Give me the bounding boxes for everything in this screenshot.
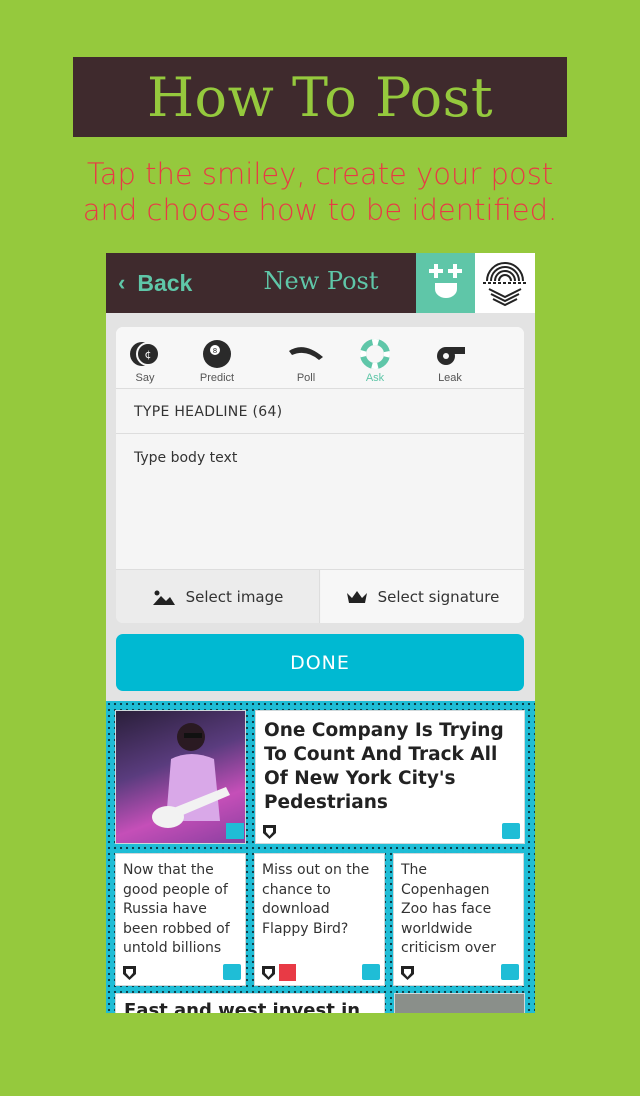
post-type-leak[interactable]: Leak [421,339,479,384]
guitarist-photo [152,723,244,839]
post-type-poll[interactable]: Poll [277,339,335,384]
svg-text:8: 8 [213,347,217,355]
coin-icon: ¢ [130,342,160,366]
lifebuoy-icon [360,339,390,369]
crown-icon [346,591,367,603]
svg-text:¢: ¢ [145,348,152,361]
post-type-bar: ¢ Say 8 Predict Poll Ask Leak [116,327,524,389]
headline-input[interactable]: TYPE HEADLINE (64) [116,390,524,434]
instructions-line-2: and choose how to be identified. [82,193,558,227]
featured-photo[interactable] [115,710,246,844]
attachment-row: Select image Select signature [116,569,524,623]
shield-icon [123,966,136,980]
chevron-left-icon: ‹ [118,270,126,295]
eight-ball-icon: 8 [203,340,231,368]
post-photo[interactable] [394,993,525,1013]
post-type-label: Say [135,372,155,384]
back-label: Back [137,269,193,296]
post-type-say[interactable]: ¢ Say [116,339,174,384]
boomerang-icon [289,347,323,360]
featured-post[interactable]: One Company Is Trying To Count And Track… [255,710,525,844]
post-tile-text: Miss out on the chance to download Flapp… [262,862,370,937]
eight-ball-badge-icon [223,964,241,980]
identity-button[interactable] [475,253,535,313]
body-input[interactable]: Type body text [134,450,237,466]
instructions-line-1: Tap the smiley, create your post [86,157,554,191]
post-tile-text: The Copenhagen Zoo has face worldwide cr… [401,862,496,956]
whistle-icon [437,347,465,365]
smiley-button[interactable] [416,253,475,313]
select-signature-button[interactable]: Select signature [321,570,524,623]
select-signature-label: Select signature [377,588,500,606]
post-type-label: Ask [365,372,385,384]
instructions-text: Tap the smiley, create your post and cho… [0,156,640,228]
shield-icon [262,966,275,980]
post-type-ask[interactable]: Ask [346,339,404,384]
post-tile[interactable]: Miss out on the chance to download Flapp… [254,853,385,986]
compose-card: ¢ Say 8 Predict Poll Ask Leak TYPE HEADL… [116,327,524,623]
boomerang-badge-icon [502,823,520,839]
phone-screen: ‹ Back New Post ¢ Say 8 Predict Poll Ask… [106,253,535,1013]
whistle-badge-icon [362,964,380,980]
post-type-label: Poll [296,372,316,384]
lifebuoy-badge-icon [501,964,519,980]
lightning-badge-icon [279,964,296,981]
post-type-predict[interactable]: 8 Predict [188,339,246,384]
post-tile[interactable]: Now that the good people of Russia have … [115,853,246,986]
select-image-button[interactable]: Select image [116,570,320,623]
featured-post-title: One Company Is Trying To Count And Track… [264,720,504,813]
page-title: New Post [263,267,379,295]
image-icon [152,590,175,605]
fingerprint-icon [483,262,527,307]
post-tile[interactable]: East and west invest in [115,993,385,1013]
post-tile-text: Now that the good people of Russia have … [123,862,230,956]
post-feed: One Company Is Trying To Count And Track… [106,701,535,1013]
post-tile-title: East and west invest in [124,1000,361,1013]
post-type-label: Predict [199,372,235,384]
shield-icon [401,966,414,980]
banner-title: How To Post [146,65,494,129]
post-type-label: Leak [438,372,462,384]
select-image-label: Select image [185,588,284,606]
done-button[interactable]: DONE [116,634,524,691]
how-to-post-banner: How To Post [73,57,567,137]
back-button[interactable]: ‹ Back [118,267,192,299]
shield-icon [263,825,276,839]
smiley-icon [429,264,462,298]
nav-bar: ‹ Back New Post [106,253,535,313]
post-tile[interactable]: The Copenhagen Zoo has face worldwide cr… [393,853,524,986]
